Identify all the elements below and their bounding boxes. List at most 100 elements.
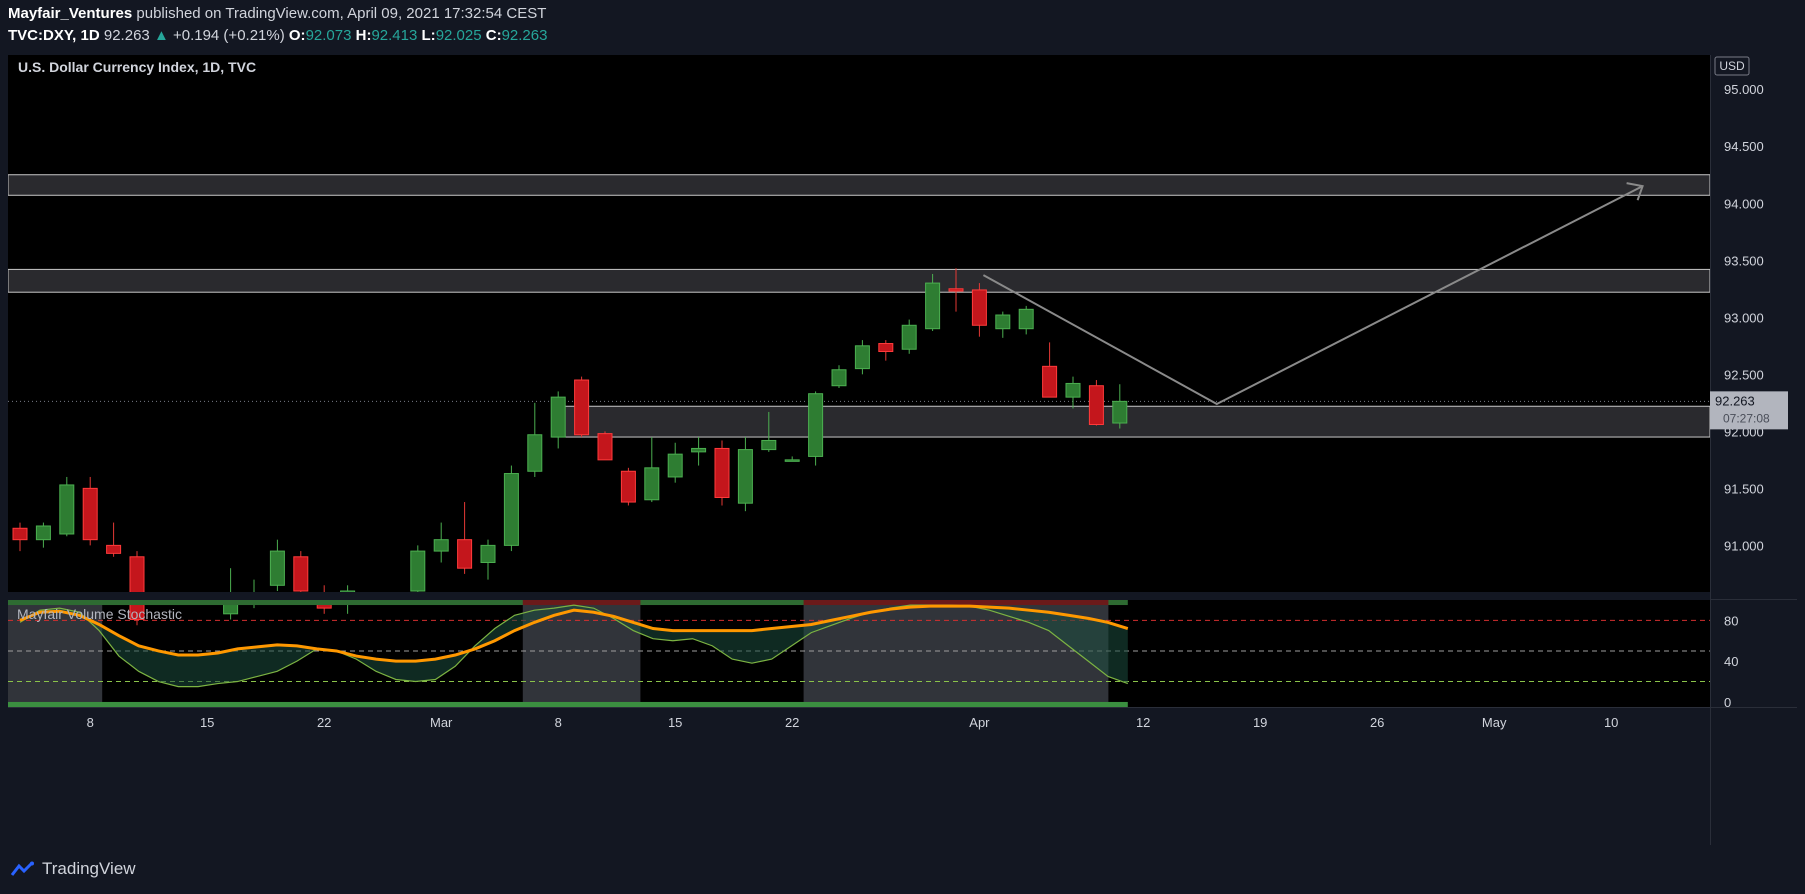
time-tick-label: 15 [668,715,682,730]
time-tick-label: 12 [1136,715,1150,730]
time-tick-label: 8 [555,715,562,730]
publish-line: Mayfair_Ventures published on TradingVie… [8,5,546,22]
footer-bar: TradingView [0,845,1805,894]
brand-name: TradingView [42,859,136,878]
chart-title: U.S. Dollar Currency Index, 1D, TVC [18,59,256,75]
candle-body [1112,400,1128,424]
candle-body [784,459,800,462]
countdown-label: 07:27:08 [1723,411,1770,425]
time-tick-label: 10 [1604,715,1618,730]
candle-body [433,539,449,552]
up-triangle-icon: ▲ [153,27,169,44]
time-tick-label: May [1482,715,1507,730]
candle-body [550,396,566,438]
candle-body [503,473,519,546]
price-tick-label: 94.500 [1724,139,1764,154]
candle-body [878,343,894,353]
candle-body [808,393,824,457]
candle-body [714,447,730,498]
time-axis-border [8,707,1710,708]
candle-body [59,484,75,535]
candle-body [35,525,51,541]
stoch-tick-label: 40 [1724,654,1738,669]
time-tick-label: 8 [87,715,94,730]
support-resistance-zone [551,405,1711,438]
close-value: 92.263 [501,27,548,44]
ohlc-line: TVC:DXY, 1D 92.263 ▲ +0.194 (+0.21%) O:9… [8,27,547,44]
interval-label: 1D [80,27,100,44]
symbol-label: TVC:DXY, [8,27,77,44]
time-axis [8,708,1710,845]
candle-body [597,433,613,461]
candle-body [925,282,941,330]
price-tick-label: 95.000 [1724,82,1764,97]
time-tick-label: 15 [200,715,214,730]
time-tick-label: 22 [785,715,799,730]
price-tick-label: 94.000 [1724,196,1764,211]
candle-body [761,439,777,451]
low-value: 92.025 [435,27,482,44]
price-axis[interactable]: 95.000 94.500 94.000 93.500 93.000 92.500 92.0… [1710,55,1797,845]
projection-arrow-line [982,185,1644,406]
candle-body [480,544,496,563]
price-tick-label: 93.000 [1724,310,1764,325]
price-axis-canvas[interactable]: 95.00094.50094.00093.50093.00092.50092.0… [1710,55,1797,845]
candle-body [106,544,122,554]
chart-canvas[interactable]: U.S. Dollar Currency Index, 1D, TVC Mayf… [7,55,1711,845]
candle-body [971,289,987,326]
price-tick-label: 91.500 [1724,481,1764,496]
open-value: 92.073 [305,27,352,44]
time-tick-label: 19 [1253,715,1267,730]
publish-info: published on TradingView.com, April 09, … [136,5,547,22]
time-tick-label: Mar [430,715,453,730]
support-resistance-zone [7,268,1711,293]
open-label: O: [288,27,306,44]
candle-body [82,487,98,541]
stoch-tick-label: 80 [1724,613,1738,628]
time-tick-label: 26 [1370,715,1384,730]
candle-body [457,539,473,569]
candle-body [854,345,870,370]
currency-label: USD [1719,59,1745,73]
candle-body [1042,365,1058,398]
price-tick-label: 93.500 [1724,253,1764,268]
tradingview-brand[interactable]: TradingView [10,859,136,879]
time-tick-label: Apr [969,715,990,730]
candle-body [1088,385,1104,425]
price-tick-label: 92.500 [1724,367,1764,382]
candle-body [574,379,590,436]
support-resistance-zone [7,174,1711,196]
candle-body [644,467,660,501]
author-name[interactable]: Mayfair_Ventures [8,5,132,22]
last-price-label: 92.263 [1715,393,1755,408]
last-value: 92.263 [103,27,150,44]
low-label: L: [421,27,436,44]
tradingview-logo-icon [10,861,34,876]
high-value: 92.413 [371,27,418,44]
price-tick-label: 91.000 [1724,538,1764,553]
candle-body [1018,308,1034,330]
candle-body [995,314,1011,330]
high-label: H: [355,27,372,44]
candle-body [737,449,753,504]
chart-panel[interactable]: U.S. Dollar Currency Index, 1D, TVC Mayf… [7,55,1711,845]
candle-body [293,556,309,592]
candle-body [901,324,917,350]
close-label: C: [485,27,502,44]
change-value: +0.194 (+0.21%) [172,27,285,44]
candle-body [1065,382,1081,398]
candle-body [667,453,683,478]
stoch-tick-label: 0 [1724,695,1731,710]
last-price-badge: 92.263 07:27:08 [1710,391,1788,430]
indicator-title: Mayfair Volume Stochastic [17,606,182,622]
time-tick-label: 22 [317,715,331,730]
candle-body [410,550,426,592]
candle-body [831,369,847,387]
candle-body [269,550,285,586]
candle-body [527,434,543,472]
candle-body [691,447,707,453]
candle-body [620,470,636,503]
candle-body [12,527,28,541]
candle-body [948,288,964,292]
pane-separator [8,592,1710,600]
